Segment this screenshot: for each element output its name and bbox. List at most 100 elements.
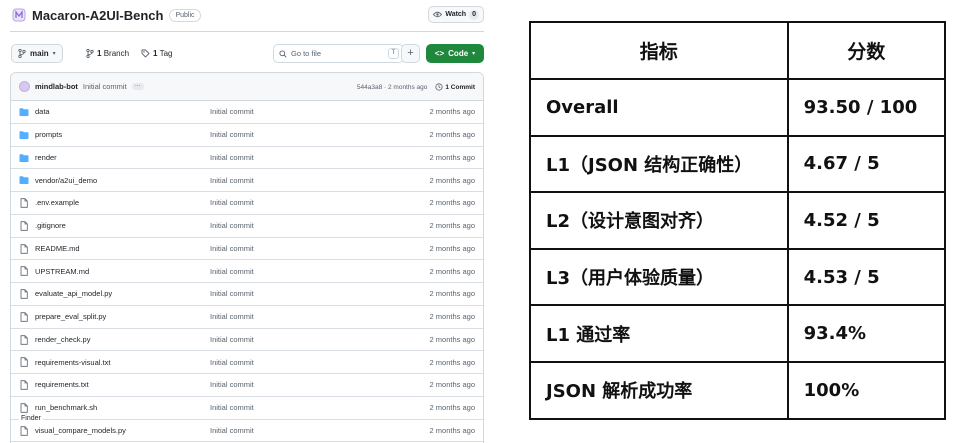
- file-row[interactable]: vendor/a2ui_demo Initial commit 2 months a…: [11, 169, 483, 192]
- repo-logo-icon: [12, 8, 26, 22]
- metric-score: 93.4%: [786, 304, 947, 363]
- file-row[interactable]: render_check.py Initial commit 2 months ag…: [11, 329, 483, 352]
- go-to-file-placeholder: Go to file: [291, 49, 322, 58]
- file-commit-message[interactable]: Initial commit: [210, 198, 254, 207]
- file-row[interactable]: prompts Initial commit 2 months ago: [11, 124, 483, 147]
- file-row[interactable]: visual_compare_models.py Initial commit 2 …: [11, 420, 483, 443]
- tags-count: 1: [153, 49, 158, 58]
- file-icon: [20, 221, 28, 231]
- file-name-link[interactable]: README.md: [35, 244, 80, 253]
- file-commit-message[interactable]: Initial commit: [210, 335, 254, 344]
- file-row[interactable]: requirements-visual.txt Initial commit 2 m…: [11, 351, 483, 374]
- finder-tooltip: Finder: [19, 415, 43, 422]
- code-button[interactable]: <> Code ▾: [426, 44, 484, 63]
- file-name-link[interactable]: .gitignore: [35, 221, 66, 230]
- file-commit-message[interactable]: Initial commit: [210, 153, 254, 162]
- branches-link[interactable]: 1 Branch: [97, 49, 129, 58]
- file-name-link[interactable]: requirements.txt: [35, 380, 89, 389]
- header-divider: [10, 31, 484, 32]
- file-name-link[interactable]: vendor/a2ui_demo: [35, 176, 97, 185]
- file-age: 2 months ago: [429, 266, 475, 276]
- file-commit-message[interactable]: Initial commit: [210, 312, 254, 321]
- file-name-link[interactable]: prepare_eval_split.py: [35, 312, 106, 321]
- search-icon: [279, 49, 287, 58]
- branch-select-button[interactable]: main ▾: [11, 44, 63, 63]
- add-file-button[interactable]: +: [401, 44, 420, 63]
- tags-link[interactable]: 1 Tag: [153, 49, 172, 58]
- eye-icon: [433, 11, 443, 18]
- file-icon: [20, 334, 28, 345]
- file-name-link[interactable]: prompts: [35, 130, 62, 139]
- file-commit-message[interactable]: Initial commit: [210, 244, 254, 253]
- keyboard-shortcut-hint: T: [388, 48, 399, 59]
- folder-icon: [19, 176, 29, 185]
- file-commit-message[interactable]: Initial commit: [210, 289, 254, 298]
- file-row[interactable]: .env.example Initial commit 2 months ago: [11, 192, 483, 215]
- file-age: 2 months ago: [429, 243, 475, 253]
- file-name-link[interactable]: visual_compare_models.py: [35, 426, 126, 435]
- commit-hash-age[interactable]: 544a3a8 · 2 months ago: [357, 84, 427, 91]
- file-commit-message[interactable]: Initial commit: [210, 267, 254, 276]
- commit-author-link[interactable]: mindlab-bot: [35, 82, 78, 91]
- file-icon: [20, 243, 28, 254]
- file-row[interactable]: prepare_eval_split.py Initial commit 2 mon…: [11, 306, 483, 329]
- file-name-link[interactable]: evaluate_api_model.py: [35, 289, 112, 298]
- github-repo-panel: Macaron-A2UI-Bench Public Watch 0 main ▾: [10, 0, 484, 443]
- file-commit-message[interactable]: Initial commit: [210, 426, 254, 435]
- metric-name: L2（设计意图对齐）: [529, 191, 789, 250]
- file-row[interactable]: README.md Initial commit 2 months ago: [11, 238, 483, 261]
- file-row[interactable]: UPSTREAM.md Initial commit 2 months ago: [11, 260, 483, 283]
- file-row[interactable]: requirements.txt Initial commit 2 months a…: [11, 374, 483, 397]
- file-age: 2 months ago: [429, 357, 475, 367]
- file-name-link[interactable]: render: [35, 153, 57, 162]
- visibility-badge: Public: [169, 8, 201, 22]
- file-name-link[interactable]: run_benchmark.sh: [35, 403, 97, 412]
- file-age: 2 months ago: [429, 380, 475, 390]
- file-commit-message[interactable]: Initial commit: [210, 130, 254, 139]
- git-branch-icon: [86, 49, 94, 58]
- file-age: 2 months ago: [429, 289, 475, 299]
- ellipsis-icon[interactable]: …: [131, 82, 144, 90]
- branch-tag-meta: 1 Branch 1 Tag: [86, 44, 172, 63]
- file-commit-message[interactable]: Initial commit: [210, 403, 254, 412]
- metric-name: JSON 解析成功率: [529, 360, 789, 420]
- commit-history-link[interactable]: 1 Commit: [435, 83, 475, 91]
- file-icon: [20, 312, 28, 322]
- file-commit-message[interactable]: Initial commit: [210, 358, 254, 367]
- file-commit-message[interactable]: Initial commit: [210, 176, 254, 185]
- commit-message-link[interactable]: Initial commit: [83, 82, 127, 91]
- file-row[interactable]: evaluate_api_model.py Initial commit 2 mon…: [11, 283, 483, 306]
- file-commit-message[interactable]: Initial commit: [210, 107, 254, 116]
- file-name-link[interactable]: UPSTREAM.md: [35, 267, 89, 276]
- file-row[interactable]: run_benchmark.sh Initial commit 2 months a…: [11, 397, 483, 420]
- metrics-row: L1（JSON 结构正确性） 4.67 / 5: [529, 134, 947, 194]
- repo-name-link[interactable]: Macaron-A2UI-Bench: [32, 8, 163, 23]
- header-metric: 指标: [529, 21, 789, 80]
- file-name-link[interactable]: data: [35, 107, 50, 116]
- file-commit-message[interactable]: Initial commit: [210, 221, 254, 230]
- file-name-link[interactable]: render_check.py: [35, 335, 90, 344]
- file-name-link[interactable]: .env.example: [35, 198, 79, 207]
- watch-count: 0: [469, 9, 479, 20]
- metrics-row: L2（设计意图对齐） 4.52 / 5: [529, 191, 947, 250]
- repo-header: Macaron-A2UI-Bench Public Watch 0: [10, 4, 484, 26]
- file-age: 2 months ago: [429, 175, 475, 185]
- file-row[interactable]: data Initial commit 2 months ago: [11, 101, 483, 124]
- file-age: 2 months ago: [429, 425, 475, 435]
- file-row[interactable]: .gitignore Initial commit 2 months ago: [11, 215, 483, 238]
- file-age: 2 months ago: [429, 130, 475, 140]
- folder-icon: [19, 130, 29, 139]
- file-commit-message[interactable]: Initial commit: [210, 380, 254, 389]
- git-branch-icon: [18, 49, 26, 58]
- file-row[interactable]: render Initial commit 2 months ago: [11, 147, 483, 170]
- code-brackets-icon: <>: [434, 49, 445, 58]
- metrics-row: L1 通过率 93.4%: [529, 304, 947, 363]
- commit-count: 1 Commit: [445, 83, 475, 91]
- watch-button[interactable]: Watch 0: [428, 6, 484, 23]
- file-age: 2 months ago: [429, 152, 475, 162]
- tags-label: Tag: [159, 49, 173, 58]
- go-to-file-input[interactable]: Go to file T: [273, 44, 404, 63]
- folder-icon: [19, 108, 29, 116]
- metrics-body: Overall 93.50 / 100 L1（JSON 结构正确性） 4.67 / 5…: [529, 78, 947, 420]
- file-name-link[interactable]: requirements-visual.txt: [35, 358, 110, 367]
